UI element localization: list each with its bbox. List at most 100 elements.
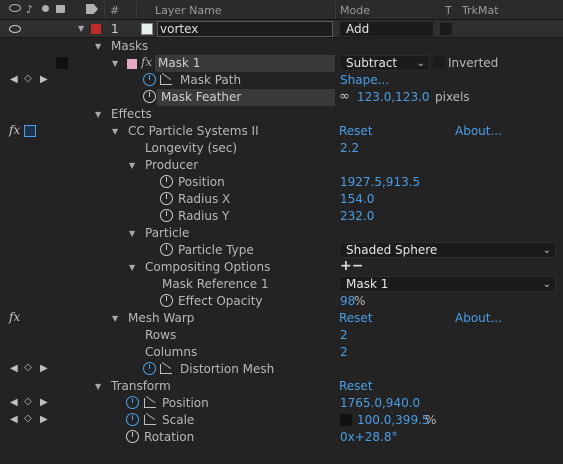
transform-position-row[interactable]: ◀ ◇ ▶ Position 1765.0,940.0 [0, 395, 563, 412]
particle-type-dropdown[interactable]: Shaded Sphere ⌄ [339, 242, 556, 258]
transform-reset-link[interactable]: Reset [339, 379, 373, 393]
mesh-warp-row[interactable]: fx ▼ Mesh Warp Reset About... [0, 310, 563, 327]
prev-keyframe-icon[interactable]: ◀ [10, 74, 18, 85]
effect-enabled-icon[interactable] [24, 125, 36, 137]
stopwatch-icon[interactable] [160, 294, 173, 307]
mesh-warp-about-link[interactable]: About... [455, 311, 502, 325]
stopwatch-icon[interactable] [143, 90, 156, 103]
mask-reference-dropdown[interactable]: Mask 1 ⌄ [339, 276, 556, 292]
expand-triangle-icon[interactable]: ▼ [95, 110, 101, 119]
radius-y-row[interactable]: Radius Y 232.0 [0, 208, 563, 225]
graph-icon[interactable] [144, 398, 156, 408]
next-keyframe-icon[interactable]: ▶ [40, 363, 48, 374]
graph-icon[interactable] [160, 364, 172, 374]
expand-triangle-icon[interactable]: ▼ [129, 229, 135, 238]
prev-keyframe-icon[interactable]: ◀ [10, 414, 18, 425]
rotation-row[interactable]: Rotation 0x+28.8° [0, 429, 563, 446]
prev-keyframe-icon[interactable]: ◀ [10, 397, 18, 408]
stopwatch-icon[interactable] [126, 430, 139, 443]
add-keyframe-icon[interactable]: ◇ [24, 413, 32, 424]
link-icon[interactable]: ∞ [339, 89, 350, 104]
add-keyframe-icon[interactable]: ◇ [24, 396, 32, 407]
graph-icon[interactable] [144, 415, 156, 425]
longevity-value[interactable]: 2.2 [340, 141, 359, 155]
cc-about-link[interactable]: About... [455, 124, 502, 138]
next-keyframe-icon[interactable]: ▶ [40, 414, 48, 425]
masks-group-row[interactable]: ▼ Masks [0, 38, 563, 55]
mask-feather-row[interactable]: Mask Feather ∞ 123.0,123.0 pixels [0, 89, 563, 106]
fx-icon[interactable]: fx [9, 123, 20, 137]
inverted-checkbox[interactable] [433, 57, 445, 69]
radius-x-value[interactable]: 154.0 [340, 192, 374, 206]
expand-triangle-icon[interactable]: ▼ [95, 382, 101, 391]
distortion-mesh-row[interactable]: ◀ ◇ ▶ Distortion Mesh [0, 361, 563, 378]
transform-position-value[interactable]: 1765.0,940.0 [340, 396, 420, 410]
mesh-warp-reset-link[interactable]: Reset [339, 311, 373, 325]
add-remove-buttons[interactable]: +− [340, 258, 363, 274]
compositing-options-row[interactable]: ▼ Compositing Options +− [0, 258, 563, 276]
stopwatch-icon[interactable] [126, 396, 139, 409]
add-keyframe-icon[interactable]: ◇ [24, 73, 32, 84]
label-tag-icon[interactable] [86, 4, 98, 14]
mask-1-row[interactable]: ▼ fx Mask 1 Subtract ⌄ Inverted [0, 55, 563, 72]
prev-keyframe-icon[interactable]: ◀ [10, 363, 18, 374]
columns-value[interactable]: 2 [340, 345, 348, 359]
expand-triangle-icon[interactable]: ▼ [112, 314, 118, 323]
trkmat-box[interactable] [440, 23, 452, 35]
layer-row[interactable]: ▼ 1 vortex Add [0, 20, 563, 38]
add-keyframe-icon[interactable]: ◇ [24, 362, 32, 373]
eye-icon[interactable] [9, 25, 21, 33]
stopwatch-icon[interactable] [160, 209, 173, 222]
layer-mode-dropdown[interactable]: Add [339, 21, 434, 37]
mask-reference-row[interactable]: Mask Reference 1 Mask 1 ⌄ [0, 276, 563, 293]
radius-x-row[interactable]: Radius X 154.0 [0, 191, 563, 208]
effects-group-row[interactable]: ▼ Effects [0, 106, 563, 123]
particle-type-row[interactable]: Particle Type Shaded Sphere ⌄ [0, 242, 563, 259]
graph-icon[interactable] [160, 75, 172, 85]
stopwatch-icon[interactable] [143, 73, 156, 86]
expand-triangle-icon[interactable]: ▼ [129, 161, 135, 170]
columns-row[interactable]: Columns 2 [0, 344, 563, 361]
layer-label-color[interactable] [91, 24, 101, 34]
expand-triangle-icon[interactable]: ▼ [78, 24, 84, 33]
mask-path-value[interactable]: Shape... [340, 73, 389, 87]
transform-row[interactable]: ▼ Transform Reset [0, 378, 563, 395]
expand-triangle-icon[interactable]: ▼ [112, 127, 118, 136]
next-keyframe-icon[interactable]: ▶ [40, 397, 48, 408]
scale-row[interactable]: ◀ ◇ ▶ Scale 100.0,399.5 % [0, 412, 563, 429]
stopwatch-icon[interactable] [160, 175, 173, 188]
rotation-value[interactable]: 0x+28.8° [340, 430, 398, 444]
expand-triangle-icon[interactable]: ▼ [95, 42, 101, 51]
layer-name-field[interactable]: vortex [157, 21, 333, 37]
producer-row[interactable]: ▼ Producer [0, 157, 563, 174]
cc-particle-systems-row[interactable]: fx ▼ CC Particle Systems II Reset About.… [0, 123, 563, 140]
stopwatch-icon[interactable] [160, 243, 173, 256]
stopwatch-icon[interactable] [160, 192, 173, 205]
cc-reset-link[interactable]: Reset [339, 124, 373, 138]
scale-value[interactable]: 100.0,399.5 [357, 413, 430, 427]
stopwatch-icon[interactable] [126, 413, 139, 426]
audio-icon[interactable]: ♪ [26, 3, 33, 16]
stopwatch-icon[interactable] [143, 362, 156, 375]
mask-color-swatch[interactable] [127, 59, 137, 69]
expand-triangle-icon[interactable]: ▼ [112, 59, 118, 68]
producer-position-row[interactable]: Position 1927.5,913.5 [0, 174, 563, 191]
mask-1-name[interactable]: Mask 1 [158, 56, 200, 70]
lock-icon[interactable] [56, 5, 65, 13]
mask-path-row[interactable]: ◀ ◇ ▶ Mask Path Shape... [0, 72, 563, 89]
eye-icon[interactable] [9, 4, 21, 12]
longevity-row[interactable]: Longevity (sec) 2.2 [0, 140, 563, 157]
rows-row[interactable]: Rows 2 [0, 327, 563, 344]
producer-position-value[interactable]: 1927.5,913.5 [340, 175, 420, 189]
mask-mode-dropdown[interactable]: Subtract ⌄ [339, 55, 430, 71]
radius-y-value[interactable]: 232.0 [340, 209, 374, 223]
particle-row[interactable]: ▼ Particle [0, 225, 563, 242]
constrain-proportions-box[interactable] [340, 414, 352, 426]
rows-value[interactable]: 2 [340, 328, 348, 342]
expand-triangle-icon[interactable]: ▼ [129, 263, 135, 272]
mask-feather-value[interactable]: 123.0,123.0 [357, 90, 430, 104]
next-keyframe-icon[interactable]: ▶ [40, 74, 48, 85]
column-layer-name[interactable]: Layer Name [155, 4, 222, 17]
effect-opacity-row[interactable]: Effect Opacity 98 % [0, 293, 563, 310]
solo-icon[interactable] [42, 5, 49, 12]
